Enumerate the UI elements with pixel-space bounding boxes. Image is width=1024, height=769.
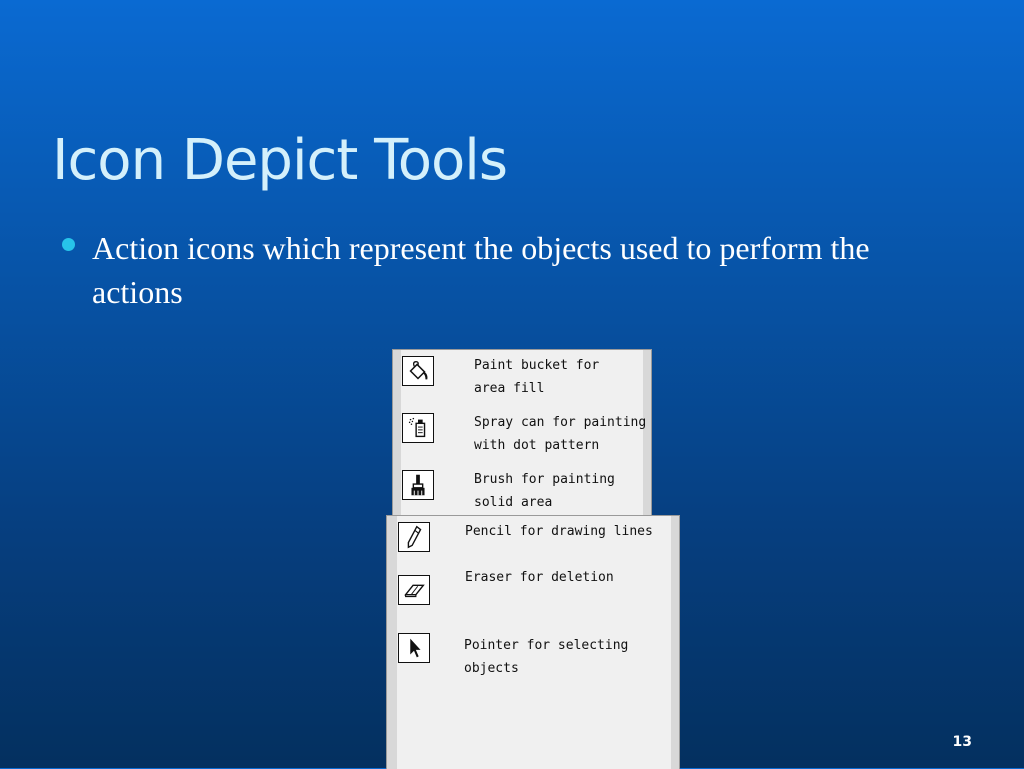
eraser-icon xyxy=(398,575,430,605)
panel-border xyxy=(387,516,397,769)
slide-title: Icon Depict Tools xyxy=(52,128,508,193)
spray-can-icon xyxy=(402,413,434,443)
page-number: 13 xyxy=(952,734,972,750)
tool-label: Spray can for painting with dot pattern xyxy=(474,415,647,453)
bullet-dot-icon xyxy=(62,238,75,251)
tool-label: Brush for painting solid area xyxy=(474,472,615,510)
panel-border xyxy=(671,516,679,769)
bullet-text: Action icons which represent the objects… xyxy=(92,230,870,310)
brush-icon xyxy=(402,470,434,500)
tools-panel-top: Paint bucket for area fill Spray can for… xyxy=(392,349,652,523)
pointer-icon xyxy=(398,633,430,663)
tool-label: Eraser for deletion xyxy=(465,570,614,585)
tools-panel-bottom: Pencil for drawing lines Eraser for dele… xyxy=(386,515,680,769)
tool-label: Pointer for selecting objects xyxy=(464,638,629,676)
paint-bucket-icon xyxy=(402,356,434,386)
tool-label: Pencil for drawing lines xyxy=(465,524,653,539)
tool-label: Paint bucket for area fill xyxy=(474,358,600,396)
panel-border xyxy=(393,350,401,522)
pencil-icon xyxy=(398,522,430,552)
